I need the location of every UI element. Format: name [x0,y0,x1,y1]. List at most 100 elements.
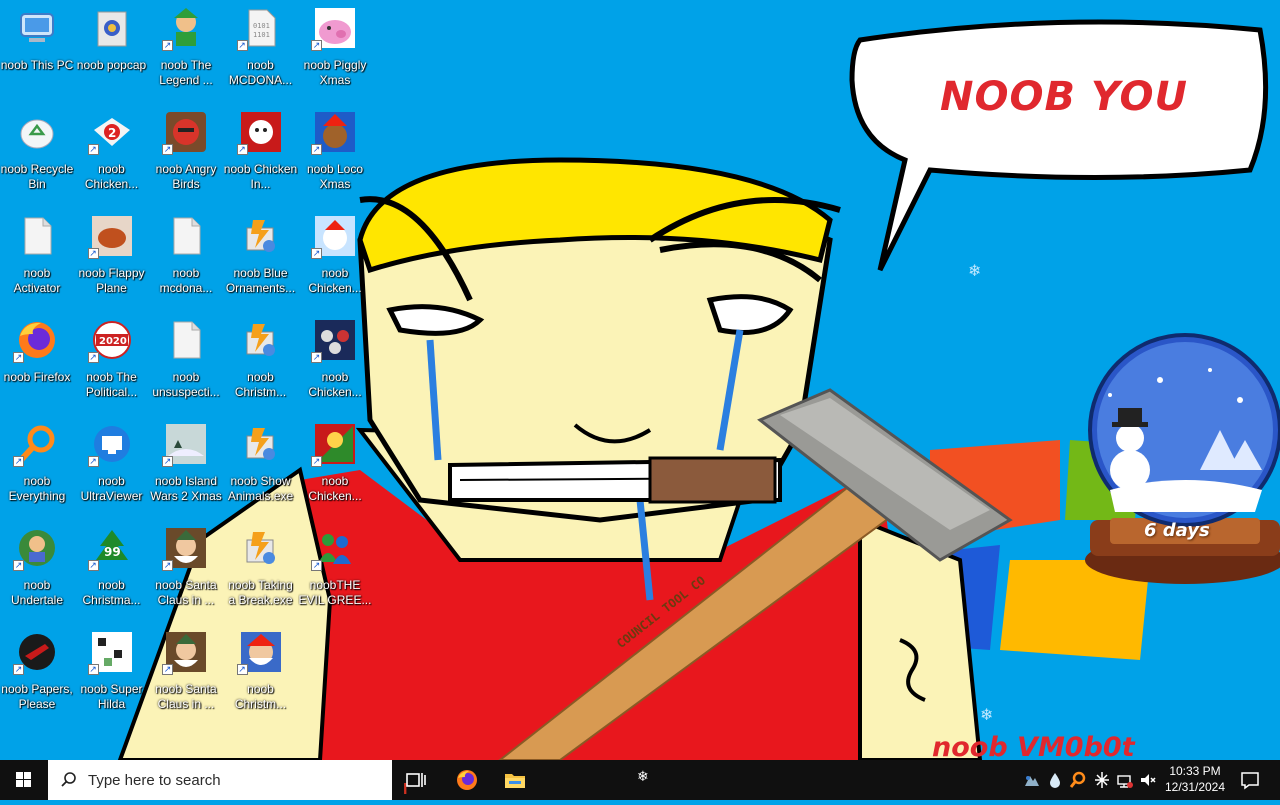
desktop-icon-label: noob Firefox [3,370,71,384]
firefox-icon [457,770,477,790]
desktop-icon[interactable]: ↗ noob Christm... [224,624,298,724]
desktop-icon[interactable]: 0101 1101 ↗ noob MCDONA... [224,0,298,100]
desktop-icon[interactable]: noob mcdona... [149,208,223,308]
shortcut-arrow-icon: ↗ [87,664,99,675]
desktop-icon-label: noob Super Hilda [80,682,143,711]
desktop-icon-label: noob Santa Claus in ... [155,682,217,711]
clock-date: 12/31/2024 [1164,780,1226,794]
people-tray-icon[interactable] [1022,770,1040,790]
desktop-icon[interactable]: noob Recycle Bin [0,104,74,204]
desktop-icon-label: noob Chicken... [308,370,362,399]
desktop-icon-label: noob Flappy Plane [78,266,145,295]
desktop-icon[interactable]: ↗ noob Santa Claus in ... [149,520,223,620]
desktop-icon-label: noob Santa Claus in ... [155,578,217,607]
desktop-icon[interactable]: ↗ noob Piggly Xmas [298,0,372,100]
desktop-icon[interactable]: ↗ noob Chicken... [298,416,372,516]
snow-globe-gadget [1085,333,1280,584]
desktop-icon-label: noob Show Animals.exe [227,474,294,503]
desktop-icon[interactable]: ↗ noob Santa Claus in ... [149,624,223,724]
desktop-icon[interactable]: ↗ noob Island Wars 2 Xmas [149,416,223,516]
action-center-button[interactable] [1232,768,1268,792]
desktop-icon[interactable]: noob Taking a Break.exe [224,520,298,620]
desktop-icon-label: noob popcap [76,58,147,72]
shortcut-arrow-icon: ↗ [13,456,24,467]
shortcut-arrow-icon: ↗ [162,560,173,571]
search-placeholder: Type here to search [88,772,221,789]
notification-icon [1241,772,1259,790]
desktop-icon[interactable]: ↗ noob Chicken In... [224,104,298,204]
desktop-icon[interactable]: 2020 ↗ noob The Political... [75,312,149,412]
desktop-icon-label: noob Everything [8,474,66,503]
desktop-icon-label: noob Piggly Xmas [303,58,367,87]
desktop-icon[interactable]: noob Blue Ornaments... [224,208,298,308]
shortcut-arrow-icon: ↗ [162,664,173,675]
task-view-icon [406,773,426,787]
drop-tray-icon[interactable] [1046,770,1064,790]
taskbar-search-box[interactable]: Type here to search I [48,760,407,800]
desktop-icon-label: noob Chicken... [308,474,362,503]
task-view-button[interactable] [392,760,440,800]
start-button[interactable] [0,760,48,800]
blank-file-icon [15,214,59,258]
desktop-icon[interactable]: ↗ noobTHE EVIL GREE... [298,520,372,620]
desktop-icon[interactable]: noob This PC [0,0,74,100]
desktop-icon[interactable]: noob Activator [0,208,74,308]
desktop-icon[interactable]: ↗ noob Chicken... [298,208,372,308]
desktop-icon[interactable]: ↗ noob Papers, Please [0,624,74,724]
desktop-icon[interactable]: noob unsuspecti... [149,312,223,412]
desktop-icon[interactable]: ↗ noob Undertale [0,520,74,620]
snowflake-tray-icon[interactable] [1093,770,1111,790]
desktop-icon[interactable]: noob Show Animals.exe [224,416,298,516]
file-explorer-icon [505,774,525,788]
shortcut-arrow-icon: ↗ [311,352,322,363]
desktop-icon-label: noob Christm... [234,682,287,711]
desktop-icon[interactable]: 2 ↗ noob Chicken... [75,104,149,204]
desktop-icon-label: noob Loco Xmas [306,162,364,191]
desktop-icon[interactable]: noob popcap [75,0,149,100]
desktop-icon-label: noob The Legend ... [159,58,213,87]
shortcut-arrow-icon: ↗ [311,560,322,571]
desktop-icon[interactable]: ↗ noob Loco Xmas [298,104,372,204]
shortcut-arrow-icon: ↗ [87,144,99,155]
svg-text:0101: 0101 [253,22,270,30]
svg-text:2: 2 [108,126,116,140]
desktop-icon[interactable]: noob Christm... [224,312,298,412]
desktop-icon[interactable]: ↗ noob Super Hilda [75,624,149,724]
desktop-icon[interactable]: ↗ noob Flappy Plane [75,208,149,308]
setup-exe-icon [239,214,283,258]
shortcut-arrow-icon: ↗ [236,664,248,675]
setup-exe-icon [239,422,283,466]
svg-text:2020: 2020 [99,336,127,347]
desktop-icon[interactable]: 99 ↗ noob Christma... [75,520,149,620]
svg-text:1101: 1101 [253,31,270,39]
svg-text:❄: ❄ [968,261,981,280]
desktop-icon[interactable]: ↗ noob The Legend ... [149,0,223,100]
desktop-icon-label: noob Papers, Please [1,682,73,711]
taskbar-clock[interactable]: 10:33 PM 12/31/2024 [1160,763,1230,795]
desktop-icon-label: noob mcdona... [159,266,213,295]
desktop-icon[interactable]: ↗ noob Firefox [0,312,74,412]
network-tray-icon[interactable] [1116,770,1134,790]
shortcut-arrow-icon: ↗ [236,144,248,155]
volume-muted-icon[interactable] [1139,770,1157,790]
desktop-icon[interactable]: ↗ noob Everything [0,416,74,516]
shortcut-arrow-icon: ↗ [87,352,99,363]
desktop-icon-label: noob Recycle Bin [0,162,74,191]
setup-exe-icon [239,318,283,362]
desktop-icon[interactable]: ↗ noob Angry Birds Seasons [149,104,223,204]
taskbar-file-explorer-button[interactable] [491,760,539,800]
desktop-icon-label: noob UltraViewer [80,474,143,503]
everything-tray-icon[interactable] [1069,770,1087,790]
desktop-icon[interactable]: ↗ noob Chicken... [298,312,372,412]
taskbar-firefox-button[interactable] [443,760,491,800]
desktop-icon-label: noob unsuspecti... [152,370,220,399]
desktop-icon-label: noob Chicken In... [223,162,298,191]
desktop-icon-label: noob The Political... [85,370,138,399]
shortcut-arrow-icon: ↗ [13,664,24,675]
svg-text:99: 99 [104,545,121,559]
desktop-icon-label: noob Angry Birds Seasons [155,162,217,191]
desktop-icon-label: noob Island Wars 2 Xmas [150,474,222,503]
shortcut-arrow-icon: ↗ [311,40,322,51]
desktop-icon-label: noob Chicken... [84,162,139,191]
desktop-icon[interactable]: ↗ noob UltraViewer [75,416,149,516]
